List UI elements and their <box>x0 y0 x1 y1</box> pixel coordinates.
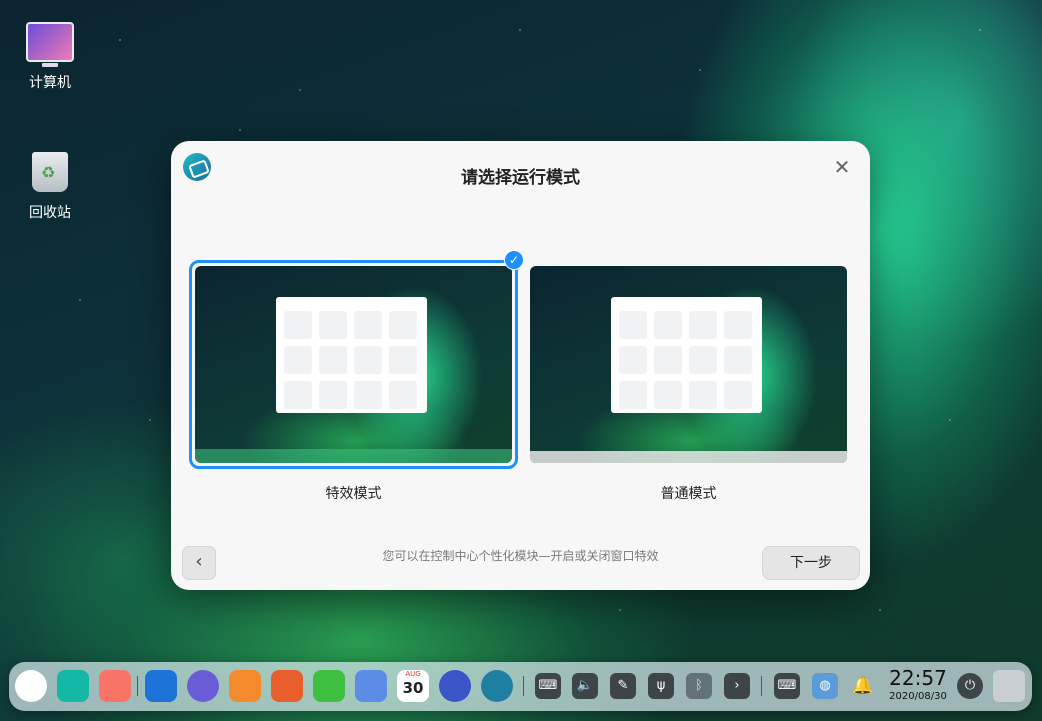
clock-date: 2020/08/30 <box>889 691 947 702</box>
bluetooth-icon[interactable]: ᛒ <box>686 673 712 699</box>
expand-arrow-icon[interactable]: › <box>724 673 750 699</box>
run-mode-dialog: 请选择运行模式 ✕ ✓ 特效模式 普通模式 您可以在控制中心个性化模块—开启或关… <box>171 141 870 590</box>
mode-option-normal[interactable]: 普通模式 <box>524 260 853 503</box>
computer-icon <box>26 22 74 67</box>
desktop-icon-trash[interactable]: ♻ 回收站 <box>10 152 90 222</box>
dock-trash-icon[interactable] <box>993 670 1025 702</box>
file-manager-icon[interactable] <box>145 670 177 702</box>
close-icon[interactable]: ✕ <box>832 157 852 177</box>
notification-icon[interactable]: 🔔 <box>850 673 876 699</box>
mode-option-effects[interactable]: ✓ 特效模式 <box>189 250 524 503</box>
mode-label: 普通模式 <box>660 486 717 502</box>
settings-icon[interactable] <box>439 670 471 702</box>
clock-time: 22:57 <box>889 666 947 690</box>
preview-dock <box>195 449 512 463</box>
image-viewer-icon[interactable] <box>271 670 303 702</box>
calendar-day: 30 <box>402 679 424 697</box>
dock: AUG 30 ⌨ 🔈 ✎ ψ ᛒ › ⌨ ◍ 🔔 22:57 2020/08/3… <box>9 662 1032 711</box>
preview-window <box>611 297 762 413</box>
preview-dock <box>530 451 847 463</box>
desktop-icon-label: 计算机 <box>29 75 71 91</box>
desktop-icon-computer[interactable]: 计算机 <box>10 22 90 92</box>
browser-icon[interactable] <box>187 670 219 702</box>
contacts-icon[interactable] <box>355 670 387 702</box>
calendar-month: AUG <box>405 670 421 678</box>
normal-preview-image <box>530 266 847 463</box>
trash-icon: ♻ <box>32 152 68 192</box>
selected-check-icon: ✓ <box>504 250 524 270</box>
onscreen-keyboard-icon[interactable]: ⌨ <box>774 673 800 699</box>
next-button[interactable]: 下一步 <box>762 546 860 580</box>
keyboard-icon[interactable]: ⌨ <box>535 673 561 699</box>
usb-icon[interactable]: ψ <box>648 673 674 699</box>
preview-window <box>276 297 427 413</box>
launcher-icon[interactable] <box>15 670 47 702</box>
dialog-title: 请选择运行模式 <box>461 168 580 188</box>
desktop-icon-label: 回收站 <box>29 205 71 221</box>
pen-icon[interactable]: ✎ <box>610 673 636 699</box>
volume-icon[interactable]: 🔈 <box>572 673 598 699</box>
music-icon[interactable] <box>313 670 345 702</box>
deepin-store-icon[interactable] <box>229 670 261 702</box>
multitask-icon[interactable] <box>57 670 89 702</box>
effects-preview-image <box>195 266 512 463</box>
mode-label: 特效模式 <box>325 486 382 502</box>
back-button[interactable]: ‹ <box>182 546 216 580</box>
power-icon[interactable]: ⏻ <box>957 673 983 699</box>
network-icon[interactable]: ◍ <box>812 673 838 699</box>
calendar-icon[interactable]: AUG 30 <box>397 670 429 702</box>
app-store-icon[interactable] <box>99 670 131 702</box>
deepin-handshake-icon[interactable] <box>481 670 513 702</box>
clock[interactable]: 22:57 2020/08/30 <box>887 665 949 703</box>
